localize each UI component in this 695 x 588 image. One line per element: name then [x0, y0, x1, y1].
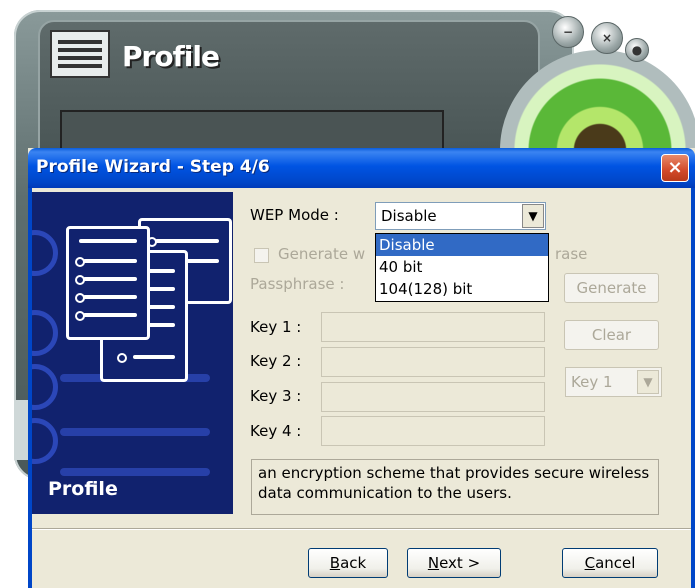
banner-bar — [60, 428, 210, 436]
document-icon — [66, 226, 150, 340]
banner-ring — [32, 418, 58, 464]
clear-button[interactable]: Clear — [564, 320, 659, 350]
key2-field[interactable] — [321, 347, 545, 377]
background-app-title: Profile — [122, 40, 220, 73]
profile-wizard-dialog: Profile Wizard - Step 4/6 × Profile WEP — [28, 148, 695, 588]
banner-ring — [32, 310, 58, 356]
key1-field[interactable] — [321, 312, 545, 342]
key4-label: Key 4 : — [250, 422, 302, 440]
option-icon[interactable]: ● — [625, 38, 649, 62]
passphrase-label: Passphrase : — [250, 275, 345, 293]
wep-option-104bit[interactable]: 104(128) bit — [376, 278, 548, 300]
next-button[interactable]: Next > — [407, 548, 501, 578]
banner-label: Profile — [48, 478, 118, 500]
banner-bar — [60, 468, 210, 476]
cancel-button[interactable]: Cancel — [562, 548, 658, 578]
wep-mode-value: Disable — [381, 207, 437, 225]
banner-ring — [32, 230, 58, 276]
chevron-down-icon[interactable]: ▼ — [637, 370, 659, 394]
generate-passphrase-checkbox[interactable] — [254, 248, 269, 263]
chevron-down-icon[interactable]: ▼ — [522, 204, 544, 228]
back-label: ack — [340, 554, 367, 572]
wep-option-disable[interactable]: Disable — [376, 234, 548, 256]
key2-label: Key 2 : — [250, 352, 302, 370]
footer-separator — [32, 528, 691, 530]
dialog-border-right — [691, 188, 695, 588]
profile-app-icon — [50, 30, 110, 78]
generate-checkbox-label-end: rase — [555, 245, 588, 263]
key4-field[interactable] — [321, 416, 545, 446]
next-label: ext > — [439, 554, 481, 572]
generate-checkbox-label: Generate w — [278, 245, 366, 263]
default-key-select[interactable]: Key 1 ▼ — [565, 367, 662, 397]
key3-label: Key 3 : — [250, 387, 302, 405]
close-icon[interactable]: × — [591, 22, 623, 54]
dialog-title: Profile Wizard - Step 4/6 — [36, 157, 270, 177]
back-accel: B — [329, 554, 341, 572]
minimize-icon[interactable]: − — [552, 16, 584, 48]
wep-mode-select[interactable]: Disable ▼ — [375, 202, 546, 230]
wep-mode-dropdown-list[interactable]: Disable 40 bit 104(128) bit — [375, 233, 549, 302]
next-accel: N — [427, 554, 440, 572]
banner-ring — [32, 364, 58, 410]
wep-mode-label: WEP Mode : — [250, 206, 339, 224]
wizard-banner: Profile — [32, 192, 233, 514]
wep-option-40bit[interactable]: 40 bit — [376, 256, 548, 278]
dialog-close-button[interactable]: × — [661, 154, 689, 182]
cancel-label: ancel — [595, 554, 636, 572]
cancel-accel: C — [584, 554, 596, 572]
wep-description: an encryption scheme that provides secur… — [251, 459, 659, 515]
back-button[interactable]: Back — [308, 548, 388, 578]
key1-label: Key 1 : — [250, 318, 302, 336]
key3-field[interactable] — [321, 382, 545, 412]
generate-button[interactable]: Generate — [564, 273, 659, 303]
dialog-titlebar[interactable]: Profile Wizard - Step 4/6 × — [28, 148, 695, 188]
default-key-value: Key 1 — [571, 373, 613, 391]
